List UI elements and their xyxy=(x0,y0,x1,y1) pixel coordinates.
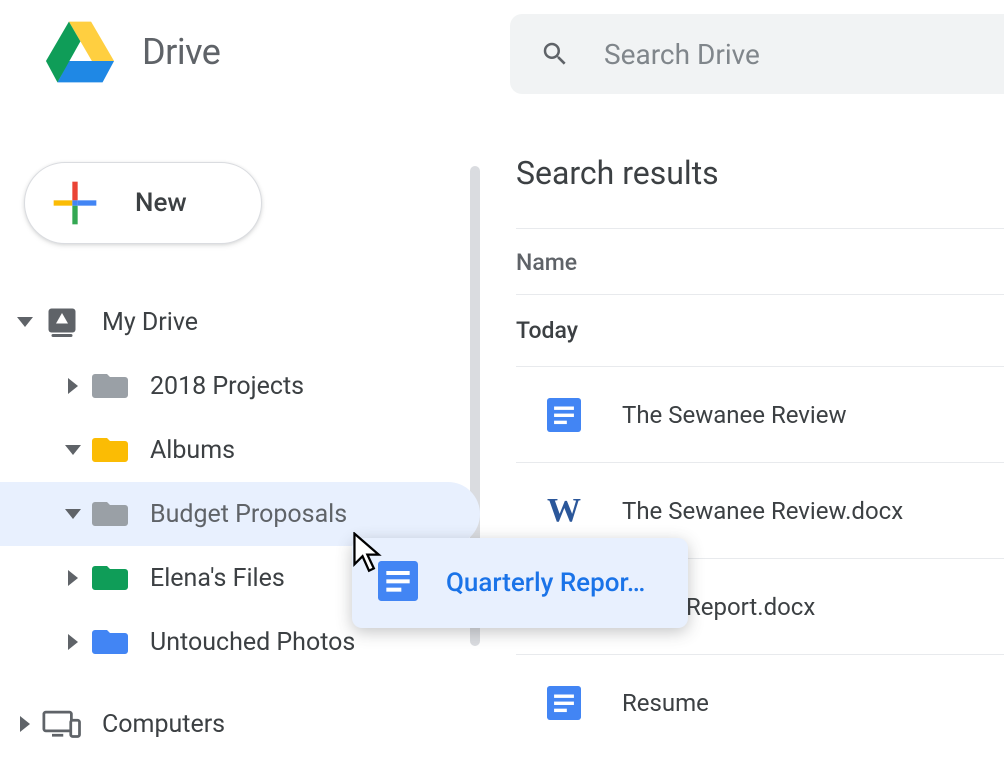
chevron-right-icon[interactable] xyxy=(62,378,84,394)
search-bar[interactable] xyxy=(510,14,1004,94)
file-name: Report.docx xyxy=(686,593,815,621)
column-header-name[interactable]: Name xyxy=(516,228,1004,294)
tree-label: Budget Proposals xyxy=(150,500,468,529)
tree-item-computers[interactable]: Computers xyxy=(0,692,480,756)
chevron-right-icon[interactable] xyxy=(62,570,84,586)
folder-icon xyxy=(90,499,130,529)
chevron-right-icon[interactable] xyxy=(62,634,84,650)
chevron-down-icon[interactable] xyxy=(62,445,84,455)
search-icon xyxy=(540,39,570,69)
devices-icon xyxy=(42,709,82,739)
main-content: Search results Name Today The Sewanee Re… xyxy=(480,104,1004,756)
sidebar: New My Drive 2018 Projects xyxy=(0,104,480,756)
file-row[interactable]: The Sewanee Review xyxy=(516,366,1004,462)
tree-label: Untouched Photos xyxy=(150,628,468,657)
chevron-down-icon[interactable] xyxy=(62,509,84,519)
drag-file-label: Quarterly Repor… xyxy=(446,568,645,598)
section-today: Today xyxy=(516,294,1004,366)
folder-icon xyxy=(90,435,130,465)
folder-icon xyxy=(90,371,130,401)
chevron-down-icon[interactable] xyxy=(14,317,36,327)
tree-item-albums[interactable]: Albums xyxy=(0,418,480,482)
new-button[interactable]: New xyxy=(24,162,262,244)
page-title: Search results xyxy=(516,154,1004,192)
file-name: The Sewanee Review xyxy=(622,401,847,429)
drive-root-icon xyxy=(42,304,82,340)
file-name: Resume xyxy=(622,689,709,717)
folder-icon xyxy=(90,563,130,593)
search-input[interactable] xyxy=(604,38,964,71)
google-doc-icon xyxy=(544,686,584,720)
tree-label: Albums xyxy=(150,436,468,465)
file-row[interactable]: Resume xyxy=(516,654,1004,750)
file-name: The Sewanee Review.docx xyxy=(622,497,903,525)
tree-item-2018-projects[interactable]: 2018 Projects xyxy=(0,354,480,418)
cursor-icon xyxy=(352,532,386,578)
tree-label: Computers xyxy=(102,710,480,739)
drive-logo-icon xyxy=(44,20,116,84)
tree-item-budget-proposals[interactable]: Budget Proposals xyxy=(0,482,480,546)
tree-root-my-drive[interactable]: My Drive xyxy=(0,290,480,354)
drag-preview: Quarterly Repor… xyxy=(352,538,688,628)
google-doc-icon xyxy=(544,398,584,432)
chevron-right-icon[interactable] xyxy=(14,716,36,732)
new-button-label: New xyxy=(135,188,187,218)
app-title: Drive xyxy=(142,31,220,73)
plus-icon xyxy=(51,179,99,227)
tree-label: 2018 Projects xyxy=(150,372,468,401)
word-doc-icon: W xyxy=(544,492,584,530)
tree-label: My Drive xyxy=(102,308,468,337)
folder-icon xyxy=(90,627,130,657)
